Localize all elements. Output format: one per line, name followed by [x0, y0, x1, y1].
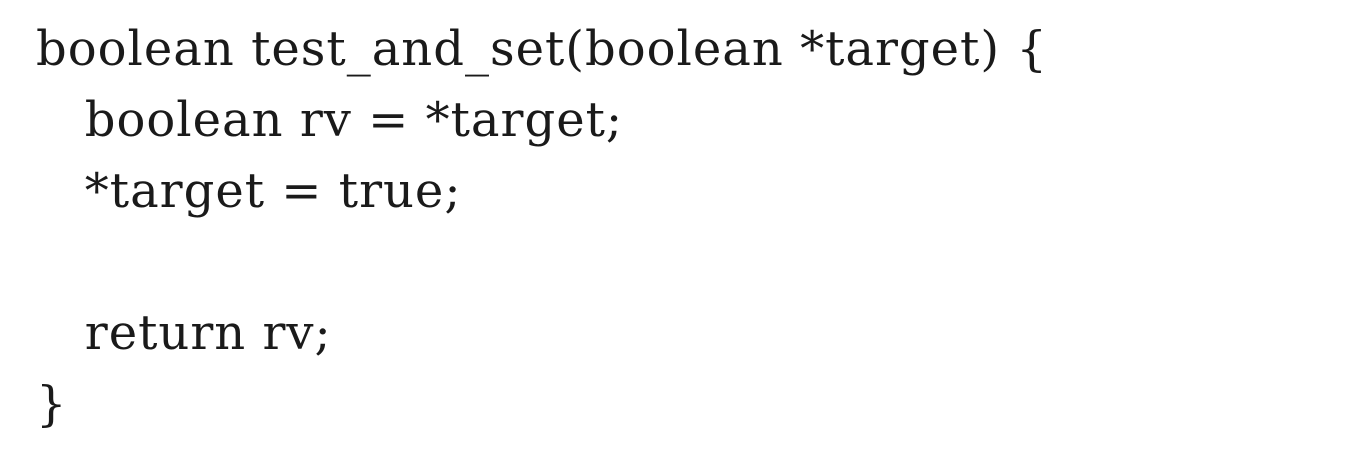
code-line-set-target: *target = true;	[36, 163, 462, 219]
code-line-return: return rv;	[36, 305, 332, 361]
code-listing: boolean test_and_set(boolean *target) { …	[36, 14, 1048, 440]
code-line-declare-rv: boolean rv = *target;	[36, 92, 624, 148]
code-line-closing-brace: }	[36, 376, 68, 432]
code-line-function-signature: boolean test_and_set(boolean *target) {	[36, 21, 1048, 77]
